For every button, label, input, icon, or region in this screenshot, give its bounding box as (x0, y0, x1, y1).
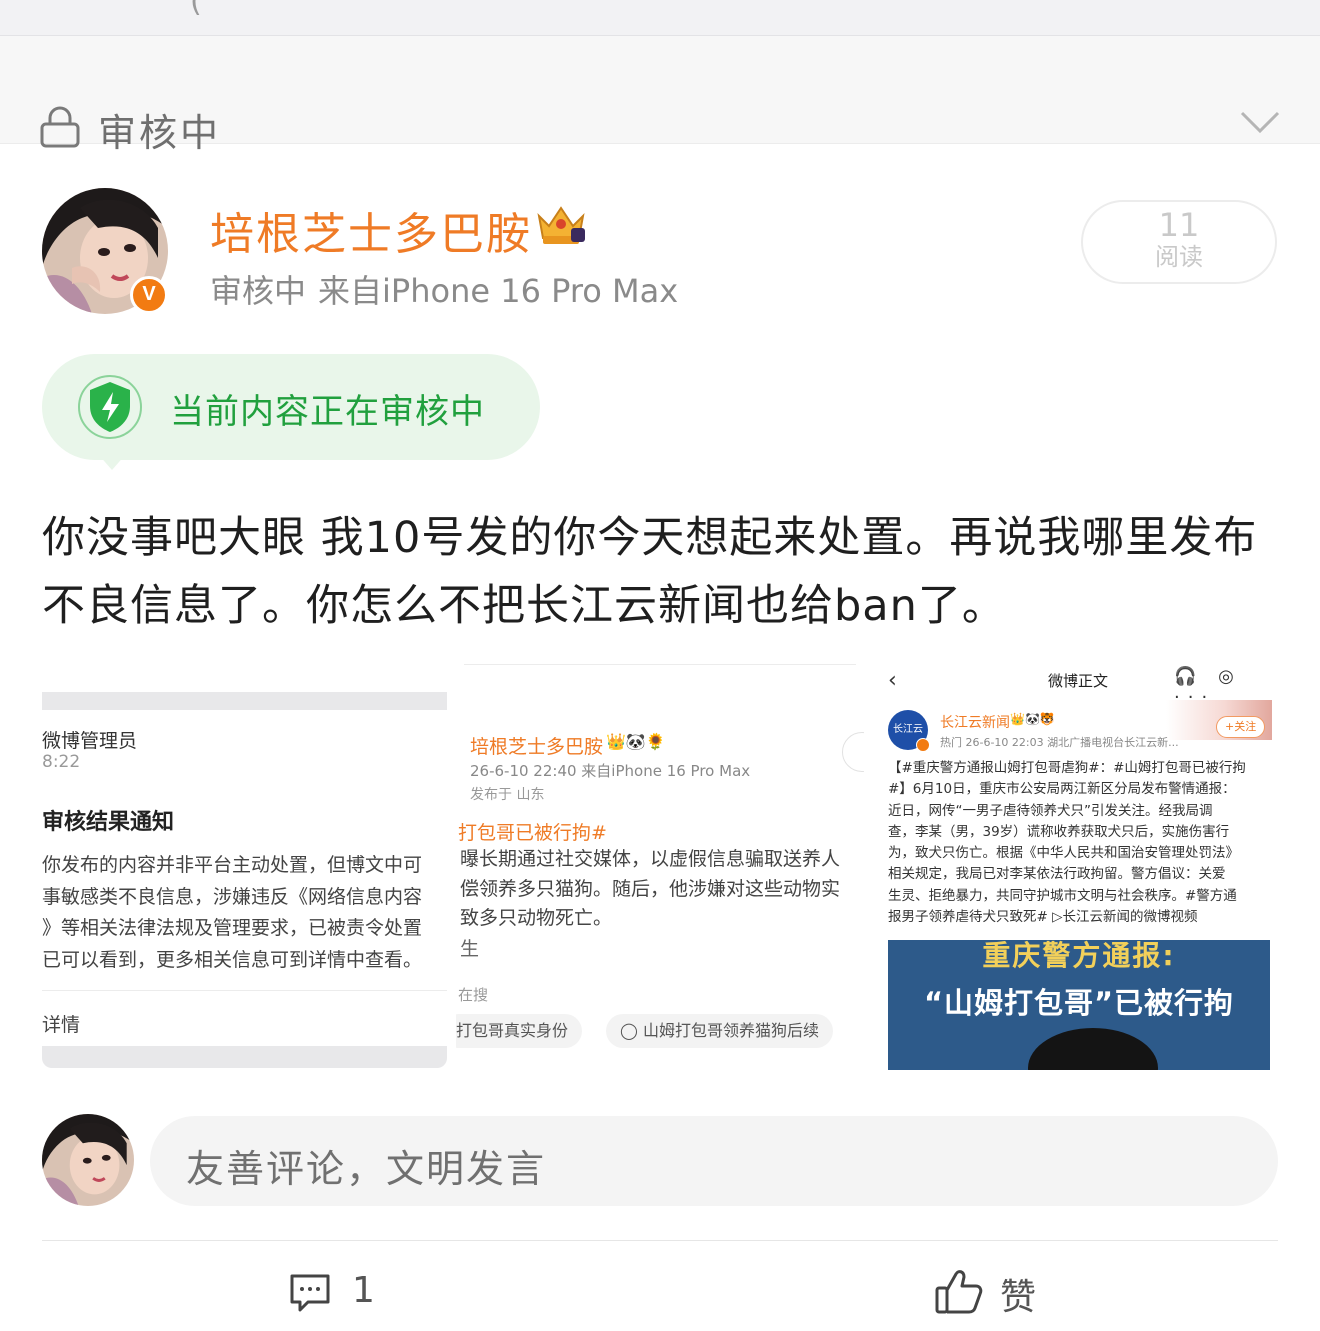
original-emoji: 👑🐼🌻 (606, 732, 666, 751)
post-text: 你没事吧大眼 我10号发的你今天想起来处置。再说我哪里发布不良信息了。你怎么不把… (42, 513, 1258, 631)
review-notice-text: 当前内容正在审核中 (170, 392, 485, 432)
search-chip-label: 山姆打包哥领养猫狗后续 (643, 1021, 820, 1040)
read-count-pill[interactable]: 11 阅读 (1081, 200, 1277, 284)
news-emoji: 👑🐼🐯 (1010, 712, 1055, 726)
like-label[interactable]: 赞 (1000, 1268, 1036, 1320)
admin-body: 你发布的内容并非平台主动处置，但博文中可 事敏感类不良信息，涉嫌违反《网络信息内… (42, 854, 423, 971)
read-count: 11 (1158, 206, 1200, 244)
chevron-down-icon[interactable] (1240, 110, 1280, 138)
video-title-2: “山姆打包哥”已被行拘 (923, 986, 1235, 1020)
original-location: 发布于 山东 (470, 787, 545, 803)
original-username: 培根芝士多巴胺 (470, 736, 604, 758)
divider (42, 1240, 1278, 1241)
review-status-bar[interactable]: 审核中 (0, 36, 1320, 155)
verified-icon: V (130, 276, 168, 314)
top-strip: ( (0, 0, 1320, 36)
post-meta-status: 审核中 (210, 272, 307, 310)
shield-icon (76, 374, 144, 444)
image-topbar (42, 692, 447, 710)
like-icon[interactable] (934, 1268, 984, 1320)
image-footbar (42, 1046, 447, 1068)
post-image-3[interactable]: ‹ 微博正文 🎧 ◎ ··· +关注 长江云 长江云新闻 👑🐼🐯 热门 26-6… (874, 658, 1280, 1070)
post-meta-source: 来自iPhone 16 Pro Max (318, 272, 679, 310)
news-body: 【#重庆警方通报山姆打包哥虐狗#：#山姆打包哥已被行拘 #】6月10日，重庆市公… (888, 760, 1246, 926)
admin-detail-link: 详情 (42, 1014, 81, 1036)
comment-placeholder: 友善评论，文明发言 (186, 1147, 547, 1191)
follow-button: +关注 (1216, 716, 1266, 738)
news-video-thumbnail: 重庆警方通报: “山姆打包哥”已被行拘 (888, 940, 1270, 1070)
truncated-title: ( (190, 0, 202, 19)
search-chip: ◯ 山姆打包哥领养猫狗后续 (606, 1014, 834, 1048)
comment-count[interactable]: 1 (352, 1270, 375, 1311)
news-page-title: 微博正文 (1048, 672, 1109, 690)
video-title-1: 重庆警方通报: (982, 940, 1176, 972)
search-chip: 打包哥真实身份 (456, 1014, 583, 1048)
comment-input[interactable]: 友善评论，文明发言 (150, 1116, 1278, 1206)
image-divider (42, 990, 447, 991)
username[interactable]: 培根芝士多巴胺 (210, 198, 532, 262)
crown-icon[interactable] (533, 202, 589, 250)
comment-icon[interactable] (288, 1270, 332, 1318)
review-notice: 当前内容正在审核中 (42, 354, 540, 470)
search-label: 在搜 (458, 986, 489, 1004)
original-meta: 26-6-10 22:40 来自iPhone 16 Pro Max (470, 762, 751, 780)
back-icon: ‹ (888, 668, 897, 693)
review-status-label: 审核中 (98, 111, 222, 155)
post-image-1[interactable]: 微博管理员 8:22 审核结果通知 你发布的内容并非平台主动处置，但博文中可 事… (42, 692, 447, 1068)
admin-heading: 审核结果通知 (42, 810, 175, 835)
post-meta: 审核中 来自iPhone 16 Pro Max (210, 266, 690, 312)
admin-time: 8:22 (42, 752, 81, 772)
image-topline (464, 664, 856, 665)
original-tail: 生 (460, 938, 480, 960)
verified-icon (916, 738, 930, 752)
notice-tail (98, 454, 126, 470)
video-figure (1028, 1028, 1158, 1070)
read-label: 阅读 (1155, 243, 1203, 271)
news-meta: 热门 26-6-10 22:03 湖北广播电视台长江云新... (940, 736, 1179, 749)
admin-sender: 微博管理员 (42, 730, 138, 752)
comment-avatar[interactable] (42, 1114, 134, 1206)
original-hashtag: 打包哥已被行拘# (458, 822, 607, 844)
lock-icon (40, 106, 80, 152)
original-body: 曝长期通过社交媒体，以虚假信息骗取送养人 偿领养多只猫狗。随后，他涉嫌对这些动物… (460, 848, 841, 929)
image-avatar-circle (842, 732, 864, 772)
news-username: 长江云新闻 (940, 715, 1010, 731)
post-image-2[interactable]: 培根芝士多巴胺 👑🐼🌻 26-6-10 22:40 来自iPhone 16 Pr… (456, 664, 864, 1068)
